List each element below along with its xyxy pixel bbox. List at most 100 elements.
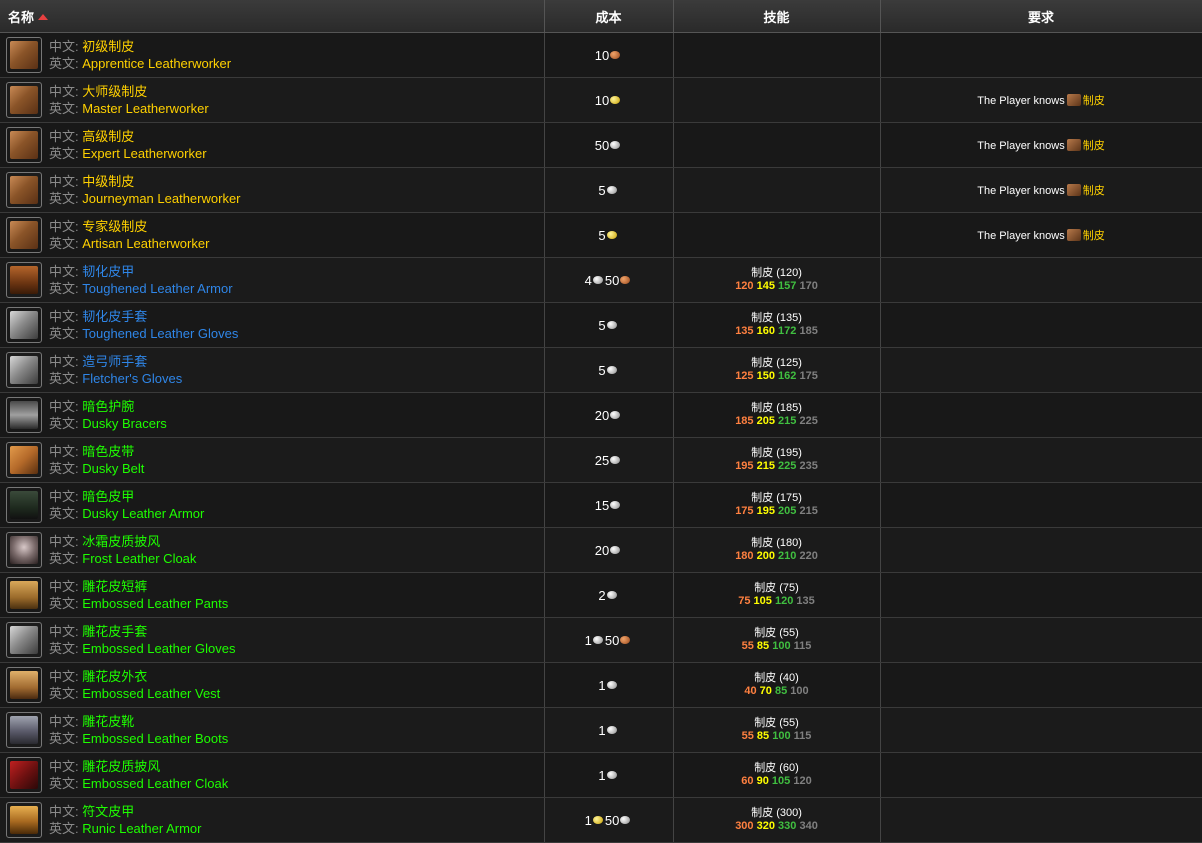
chest-armor-icon[interactable] xyxy=(6,262,42,298)
requirement-cell xyxy=(880,32,1202,78)
chinese-name-link[interactable]: 造弓师手套 xyxy=(82,354,147,369)
cost-cell: 1 50 xyxy=(544,797,674,843)
chinese-name-link[interactable]: 韧化皮手套 xyxy=(82,309,147,324)
chinese-name-link[interactable]: 雕花皮手套 xyxy=(82,624,147,639)
column-header-skill[interactable]: 技能 xyxy=(673,0,881,33)
chinese-name-link[interactable]: 初级制皮 xyxy=(82,39,134,54)
english-name-link[interactable]: Master Leatherworker xyxy=(82,101,208,116)
name-cell: 中文: 大师级制皮 英文: Master Leatherworker xyxy=(0,77,545,123)
skill-name: 制皮 xyxy=(751,402,774,414)
cloak-icon[interactable] xyxy=(6,532,42,568)
english-label: 英文: xyxy=(49,641,79,656)
english-name-link[interactable]: Frost Leather Cloak xyxy=(82,551,196,566)
table-row[interactable]: 中文: 雕花皮手套 英文: Embossed Leather Gloves 15… xyxy=(0,617,1202,663)
requirement-profession-link[interactable]: 制皮 xyxy=(1083,185,1105,197)
table-row[interactable]: 中文: 高级制皮 英文: Expert Leatherworker 50 The… xyxy=(0,122,1202,168)
skill-cell: 制皮 (125) 125 150 162 175 xyxy=(673,347,881,393)
chinese-name-link[interactable]: 中级制皮 xyxy=(82,174,134,189)
table-row[interactable]: 中文: 雕花皮靴 英文: Embossed Leather Boots 1 制皮… xyxy=(0,707,1202,753)
table-row[interactable]: 中文: 雕花皮短裤 英文: Embossed Leather Pants 2 制… xyxy=(0,572,1202,618)
chinese-name-link[interactable]: 雕花皮质披风 xyxy=(82,759,160,774)
chinese-name-link[interactable]: 暗色皮带 xyxy=(82,444,134,459)
leather-bag-icon[interactable] xyxy=(6,82,42,118)
skill-gray: 135 xyxy=(796,595,815,607)
english-name-link[interactable]: Runic Leather Armor xyxy=(82,821,201,836)
gloves-icon[interactable] xyxy=(6,352,42,388)
dark-armor-icon[interactable] xyxy=(6,487,42,523)
chinese-name-link[interactable]: 韧化皮甲 xyxy=(82,264,134,279)
gloves-icon[interactable] xyxy=(6,622,42,658)
chinese-name-link[interactable]: 冰霜皮质披风 xyxy=(82,534,160,549)
skill-gray: 115 xyxy=(793,640,812,652)
requirement-profession-link[interactable]: 制皮 xyxy=(1083,95,1105,107)
english-label: 英文: xyxy=(49,776,79,791)
table-row[interactable]: 中文: 大师级制皮 英文: Master Leatherworker 10 Th… xyxy=(0,77,1202,123)
table-row[interactable]: 中文: 雕花皮质披风 英文: Embossed Leather Cloak 1 … xyxy=(0,752,1202,798)
requirement-profession-link[interactable]: 制皮 xyxy=(1083,140,1105,152)
skill-gray: 225 xyxy=(799,415,818,427)
leather-bag-icon[interactable] xyxy=(6,217,42,253)
english-name-link[interactable]: Embossed Leather Vest xyxy=(82,686,220,701)
leather-bag-icon[interactable] xyxy=(6,127,42,163)
skill-level: (60) xyxy=(779,762,799,774)
english-name-link[interactable]: Toughened Leather Armor xyxy=(82,281,232,296)
english-name-link[interactable]: Artisan Leatherworker xyxy=(82,236,209,251)
belt-icon[interactable] xyxy=(6,442,42,478)
gloves-icon[interactable] xyxy=(6,307,42,343)
english-name-link[interactable]: Fletcher's Gloves xyxy=(82,371,182,386)
chinese-name-link[interactable]: 暗色护腕 xyxy=(82,399,134,414)
table-row[interactable]: 中文: 暗色皮甲 英文: Dusky Leather Armor 15 制皮 (… xyxy=(0,482,1202,528)
english-label: 英文: xyxy=(49,146,79,161)
skill-cell xyxy=(673,32,881,78)
chinese-name-link[interactable]: 大师级制皮 xyxy=(82,84,147,99)
runic-armor-icon[interactable] xyxy=(6,802,42,838)
chinese-name-link[interactable]: 暗色皮甲 xyxy=(82,489,134,504)
english-name-link[interactable]: Journeyman Leatherworker xyxy=(82,191,240,206)
chinese-name-link[interactable]: 高级制皮 xyxy=(82,129,134,144)
english-name-link[interactable]: Toughened Leather Gloves xyxy=(82,326,238,341)
english-name-link[interactable]: Embossed Leather Cloak xyxy=(82,776,228,791)
english-name-link[interactable]: Dusky Belt xyxy=(82,461,144,476)
pants-icon[interactable] xyxy=(6,577,42,613)
column-header-cost[interactable]: 成本 xyxy=(544,0,674,33)
table-row[interactable]: 中文: 雕花皮外衣 英文: Embossed Leather Vest 1 制皮… xyxy=(0,662,1202,708)
chinese-name-link[interactable]: 雕花皮外衣 xyxy=(82,669,147,684)
english-name-link[interactable]: Embossed Leather Boots xyxy=(82,731,228,746)
english-name-link[interactable]: Dusky Bracers xyxy=(82,416,167,431)
english-name-link[interactable]: Apprentice Leatherworker xyxy=(82,56,231,71)
column-header-requirements[interactable]: 要求 xyxy=(880,0,1202,33)
leather-bag-icon[interactable] xyxy=(6,172,42,208)
table-row[interactable]: 中文: 暗色护腕 英文: Dusky Bracers 20 制皮 (185) 1… xyxy=(0,392,1202,438)
bracers-icon[interactable] xyxy=(6,397,42,433)
english-name-link[interactable]: Expert Leatherworker xyxy=(82,146,206,161)
skill-green: 210 xyxy=(778,550,797,562)
skill-green: 85 xyxy=(774,685,788,697)
english-name-link[interactable]: Dusky Leather Armor xyxy=(82,506,204,521)
table-row[interactable]: 中文: 符文皮甲 英文: Runic Leather Armor 1 50 制皮 … xyxy=(0,797,1202,843)
requirement-cell xyxy=(880,752,1202,798)
red-cloak-icon[interactable] xyxy=(6,757,42,793)
boots-icon[interactable] xyxy=(6,712,42,748)
chinese-name-link[interactable]: 雕花皮靴 xyxy=(82,714,134,729)
chinese-name-link[interactable]: 专家级制皮 xyxy=(82,219,147,234)
table-row[interactable]: 中文: 造弓师手套 英文: Fletcher's Gloves 5 制皮 (12… xyxy=(0,347,1202,393)
table-row[interactable]: 中文: 专家级制皮 英文: Artisan Leatherworker 5 Th… xyxy=(0,212,1202,258)
chinese-name-link[interactable]: 雕花皮短裤 xyxy=(82,579,147,594)
chinese-label: 中文: xyxy=(49,714,79,729)
table-row[interactable]: 中文: 韧化皮手套 英文: Toughened Leather Gloves 5… xyxy=(0,302,1202,348)
skill-name: 制皮 xyxy=(751,312,774,324)
skill-name: 制皮 xyxy=(754,672,777,684)
english-name-link[interactable]: Embossed Leather Gloves xyxy=(82,641,235,656)
table-row[interactable]: 中文: 中级制皮 英文: Journeyman Leatherworker 5 … xyxy=(0,167,1202,213)
requirement-profession-link[interactable]: 制皮 xyxy=(1083,230,1105,242)
leather-bag-icon[interactable] xyxy=(6,37,42,73)
table-row[interactable]: 中文: 初级制皮 英文: Apprentice Leatherworker 10 xyxy=(0,32,1202,78)
column-header-name[interactable]: 名称 xyxy=(0,0,545,33)
vest-icon[interactable] xyxy=(6,667,42,703)
chinese-name-link[interactable]: 符文皮甲 xyxy=(82,804,134,819)
english-name-link[interactable]: Embossed Leather Pants xyxy=(82,596,228,611)
skill-level: (180) xyxy=(776,537,802,549)
table-row[interactable]: 中文: 韧化皮甲 英文: Toughened Leather Armor 4 50… xyxy=(0,257,1202,303)
table-row[interactable]: 中文: 暗色皮带 英文: Dusky Belt 25 制皮 (195) 195 … xyxy=(0,437,1202,483)
table-row[interactable]: 中文: 冰霜皮质披风 英文: Frost Leather Cloak 20 制皮… xyxy=(0,527,1202,573)
